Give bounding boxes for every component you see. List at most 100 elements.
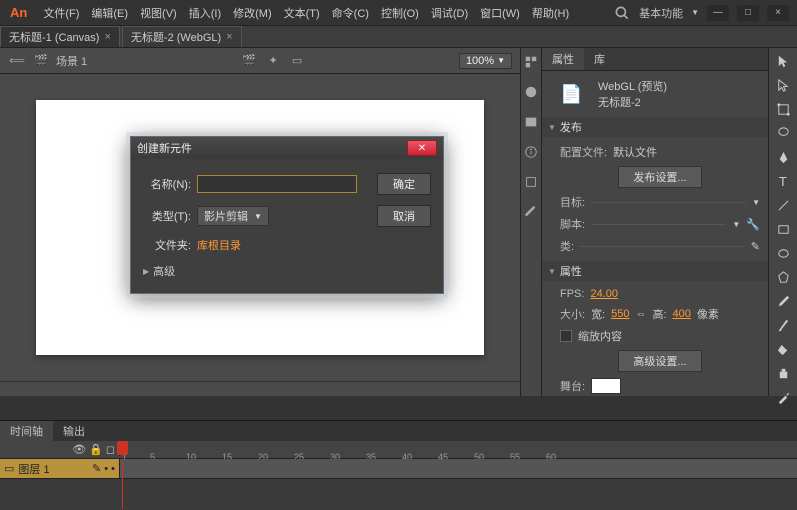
wrench-icon[interactable]: 🔧 xyxy=(746,218,760,231)
width-value[interactable]: 550 xyxy=(611,308,629,320)
brush-icon[interactable] xyxy=(523,204,539,220)
frames-area[interactable] xyxy=(120,459,797,478)
outline-icon[interactable]: ◻ xyxy=(106,443,115,456)
brush-tool-icon[interactable] xyxy=(773,318,793,333)
ink-bottle-icon[interactable] xyxy=(773,366,793,381)
workspace-switcher[interactable]: 基本功能 xyxy=(639,5,683,21)
rectangle-tool-icon[interactable] xyxy=(773,222,793,237)
document-tab-1[interactable]: 无标题-1 (Canvas) × xyxy=(0,26,120,47)
scale-content-checkbox[interactable] xyxy=(560,330,572,342)
menu-help[interactable]: 帮助(H) xyxy=(526,5,575,21)
close-icon[interactable]: × xyxy=(104,31,110,43)
tab-output[interactable]: 输出 xyxy=(53,421,95,441)
zoom-dropdown[interactable]: 100%▼ xyxy=(459,53,512,69)
dropdown-icon[interactable]: ▼ xyxy=(732,220,740,229)
window-close[interactable]: × xyxy=(767,5,789,21)
section-publish[interactable]: 发布 xyxy=(542,117,768,137)
menu-insert[interactable]: 插入(I) xyxy=(183,5,227,21)
menu-edit[interactable]: 编辑(E) xyxy=(85,5,134,21)
tab-timeline[interactable]: 时间轴 xyxy=(0,421,53,441)
subselection-tool-icon[interactable] xyxy=(773,78,793,93)
scale-content-label: 缩放内容 xyxy=(578,328,622,344)
dialog-titlebar[interactable]: 创建新元件 ✕ xyxy=(131,137,443,159)
back-icon[interactable]: ⟸ xyxy=(8,52,26,70)
layer-row[interactable]: ▭ 图层 1 ✎ • • xyxy=(0,459,120,478)
color-icon[interactable] xyxy=(523,84,539,100)
polystar-tool-icon[interactable] xyxy=(773,270,793,285)
dialog-title: 创建新元件 xyxy=(137,140,192,156)
folder-label: 文件夹: xyxy=(143,237,191,253)
cancel-button[interactable]: 取消 xyxy=(377,205,431,227)
eye-icon[interactable]: 👁 xyxy=(72,443,86,456)
advanced-settings-button[interactable]: 高级设置... xyxy=(618,350,701,372)
stage-color-swatch[interactable] xyxy=(591,378,621,394)
search-icon[interactable] xyxy=(613,4,631,22)
profile-label: 配置文件: xyxy=(560,144,607,160)
lasso-tool-icon[interactable] xyxy=(773,126,793,141)
symbol-type-dropdown[interactable]: 影片剪辑▼ xyxy=(197,206,269,226)
window-maximize[interactable]: □ xyxy=(737,5,759,21)
menu-control[interactable]: 控制(O) xyxy=(375,5,425,21)
target-label: 目标: xyxy=(560,194,585,210)
app-logo: An xyxy=(10,5,27,20)
close-icon[interactable]: × xyxy=(226,31,232,43)
publish-settings-button[interactable]: 发布设置... xyxy=(618,166,701,188)
oval-tool-icon[interactable] xyxy=(773,246,793,261)
symbol-name-input[interactable] xyxy=(197,175,357,193)
symbol-icon[interactable]: ✦ xyxy=(264,52,282,70)
menu-bar: An 文件(F) 编辑(E) 视图(V) 插入(I) 修改(M) 文本(T) 命… xyxy=(0,0,797,26)
fps-label: FPS: xyxy=(560,288,584,300)
advanced-toggle[interactable]: 高级 xyxy=(143,263,431,279)
dialog-close-button[interactable]: ✕ xyxy=(407,140,437,156)
scene-icon: 🎬 xyxy=(32,52,50,70)
align-icon[interactable] xyxy=(523,54,539,70)
pencil-icon[interactable]: ✎ xyxy=(751,240,760,253)
clapboard-icon[interactable]: 🎬 xyxy=(240,52,258,70)
menu-text[interactable]: 文本(T) xyxy=(278,5,326,21)
tab-label: 无标题-2 (WebGL) xyxy=(131,29,221,45)
pencil-tool-icon[interactable] xyxy=(773,294,793,309)
line-tool-icon[interactable] xyxy=(773,198,793,213)
eyedropper-icon[interactable] xyxy=(773,390,793,405)
paint-bucket-icon[interactable] xyxy=(773,342,793,357)
menu-commands[interactable]: 命令(C) xyxy=(326,5,375,21)
profile-value: 默认文件 xyxy=(613,144,657,160)
playhead[interactable] xyxy=(122,459,123,509)
fps-value[interactable]: 24.00 xyxy=(590,288,618,300)
timeline-panel: 时间轴 输出 👁 🔒 ◻ 1 5 10 15 20 25 30 35 40 45… xyxy=(0,420,797,510)
dropdown-icon[interactable]: ▼ xyxy=(752,198,760,207)
script-label: 脚本: xyxy=(560,216,585,232)
folder-link[interactable]: 库根目录 xyxy=(197,237,241,253)
width-label: 宽: xyxy=(591,306,605,322)
px-label: 像素 xyxy=(697,306,719,322)
link-icon[interactable]: ⇔ xyxy=(635,308,646,320)
menu-window[interactable]: 窗口(W) xyxy=(474,5,526,21)
properties-panel: 属性 库 📄 WebGL (预览) 无标题-2 发布 配置文件: 默认文件 发布… xyxy=(542,48,769,396)
ok-button[interactable]: 确定 xyxy=(377,173,431,195)
lock-icon[interactable]: 🔒 xyxy=(89,443,103,456)
document-tab-2[interactable]: 无标题-2 (WebGL) × xyxy=(122,26,242,47)
text-tool-icon[interactable]: T xyxy=(773,174,793,189)
menu-file[interactable]: 文件(F) xyxy=(37,5,85,21)
menu-modify[interactable]: 修改(M) xyxy=(227,5,278,21)
scene-label[interactable]: 场景 1 xyxy=(56,53,87,69)
section-properties[interactable]: 属性 xyxy=(542,261,768,281)
tab-library[interactable]: 库 xyxy=(584,48,615,70)
swatches-icon[interactable] xyxy=(523,114,539,130)
doc-name: 无标题-2 xyxy=(598,94,667,110)
menu-view[interactable]: 视图(V) xyxy=(134,5,183,21)
info-icon[interactable] xyxy=(523,144,539,160)
horizontal-scrollbar[interactable] xyxy=(0,381,520,396)
fit-icon[interactable]: ▭ xyxy=(288,52,306,70)
type-label: 类型(T): xyxy=(143,208,191,224)
svg-text:T: T xyxy=(778,174,786,189)
menu-debug[interactable]: 调试(D) xyxy=(425,5,474,21)
tab-properties[interactable]: 属性 xyxy=(542,48,584,70)
selection-tool-icon[interactable] xyxy=(773,54,793,69)
layer-name[interactable]: 图层 1 xyxy=(18,461,49,477)
height-value[interactable]: 400 xyxy=(673,308,691,320)
pen-tool-icon[interactable] xyxy=(773,150,793,165)
transform-icon[interactable] xyxy=(523,174,539,190)
free-transform-icon[interactable] xyxy=(773,102,793,117)
window-minimize[interactable]: — xyxy=(707,5,729,21)
